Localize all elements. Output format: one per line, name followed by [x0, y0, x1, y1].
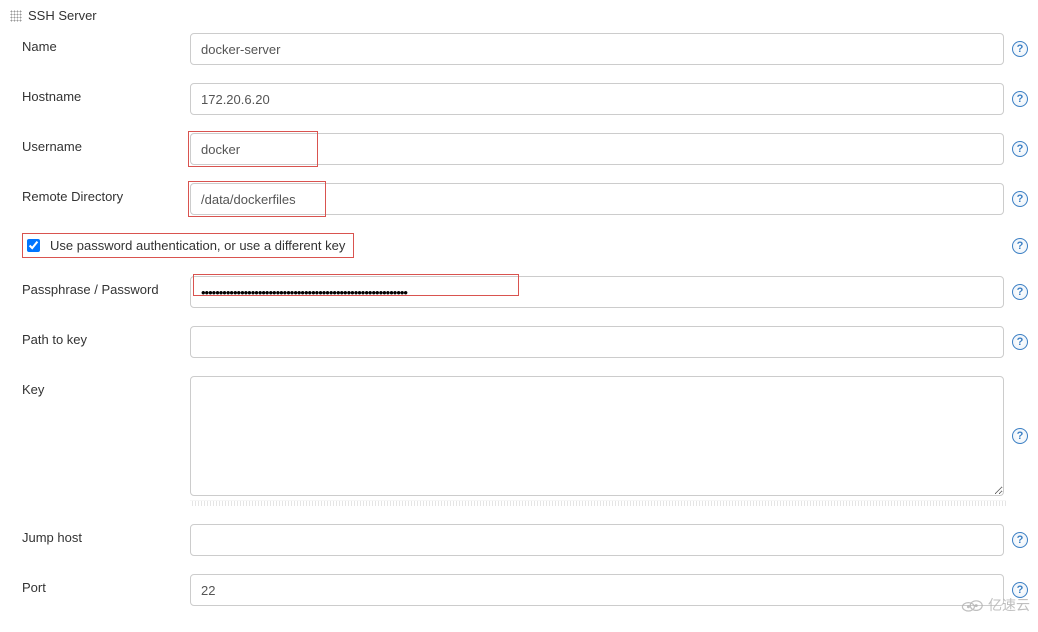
watermark-text: 亿速云: [988, 595, 1030, 615]
row-passphrase: Passphrase / Password ?: [10, 276, 1028, 308]
username-input[interactable]: [190, 133, 1004, 165]
name-input[interactable]: [190, 33, 1004, 65]
port-input[interactable]: [190, 574, 1004, 606]
label-username: Username: [22, 133, 190, 154]
highlight-box: Use password authentication, or use a di…: [22, 233, 354, 258]
help-icon[interactable]: ?: [1012, 238, 1028, 254]
label-name: Name: [22, 33, 190, 54]
cloud-icon: [960, 597, 984, 613]
row-jump-host: Jump host ?: [10, 524, 1028, 556]
row-hostname: Hostname ?: [10, 83, 1028, 115]
help-icon[interactable]: ?: [1012, 191, 1028, 207]
help-icon[interactable]: ?: [1012, 334, 1028, 350]
help-icon[interactable]: ?: [1012, 141, 1028, 157]
hostname-input[interactable]: [190, 83, 1004, 115]
drag-handle-icon[interactable]: [10, 10, 22, 22]
remote-directory-input[interactable]: [190, 183, 1004, 215]
row-remote-directory: Remote Directory ?: [10, 183, 1028, 215]
use-password-checkbox[interactable]: [27, 239, 40, 252]
section-header: SSH Server: [10, 8, 1028, 23]
watermark: 亿速云: [960, 595, 1030, 615]
row-use-password: Use password authentication, or use a di…: [10, 233, 1028, 258]
row-username: Username ?: [10, 133, 1028, 165]
help-icon[interactable]: ?: [1012, 532, 1028, 548]
help-icon[interactable]: ?: [1012, 428, 1028, 444]
row-path-to-key: Path to key ?: [10, 326, 1028, 358]
jump-host-input[interactable]: [190, 524, 1004, 556]
row-name: Name ?: [10, 33, 1028, 65]
label-passphrase: Passphrase / Password: [22, 276, 190, 297]
help-icon[interactable]: ?: [1012, 91, 1028, 107]
passphrase-input[interactable]: [190, 276, 1004, 308]
label-port: Port: [22, 574, 190, 595]
section-title: SSH Server: [28, 8, 97, 23]
label-hostname: Hostname: [22, 83, 190, 104]
label-path-to-key: Path to key: [22, 326, 190, 347]
help-icon[interactable]: ?: [1012, 41, 1028, 57]
label-remote-directory: Remote Directory: [22, 183, 190, 204]
label-key: Key: [22, 376, 190, 397]
help-icon[interactable]: ?: [1012, 284, 1028, 300]
key-textarea[interactable]: [190, 376, 1004, 496]
row-port: Port ?: [10, 574, 1028, 606]
path-to-key-input[interactable]: [190, 326, 1004, 358]
resize-grip-icon[interactable]: [190, 500, 1006, 506]
label-use-password: Use password authentication, or use a di…: [50, 238, 345, 253]
row-key: Key ?: [10, 376, 1028, 506]
label-jump-host: Jump host: [22, 524, 190, 545]
